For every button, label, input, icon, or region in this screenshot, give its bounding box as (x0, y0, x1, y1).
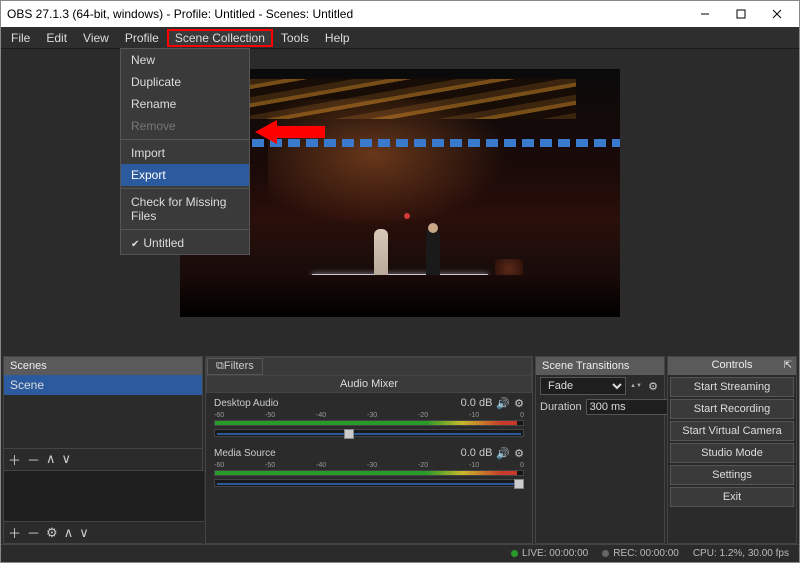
obs-window: OBS 27.1.3 (64-bit, windows) - Profile: … (0, 0, 800, 563)
meter-ticks: -60-50-40-30-20-100 (214, 462, 524, 469)
scenes-title: Scenes (4, 357, 202, 375)
track-gear-icon[interactable]: ⚙ (514, 447, 524, 460)
scenes-list[interactable]: Scene (4, 375, 202, 448)
dropdown-remove: Remove (121, 115, 249, 137)
dropdown-separator (121, 229, 249, 230)
sources-list[interactable] (4, 471, 204, 522)
volume-slider[interactable] (214, 479, 524, 487)
sources-down-icon[interactable]: ∨ (79, 525, 89, 541)
dropdown-new[interactable]: New (121, 49, 249, 71)
window-title: OBS 27.1.3 (64-bit, windows) - Profile: … (5, 7, 687, 21)
status-live: LIVE: 00:00:00 (511, 548, 588, 559)
menu-help[interactable]: Help (317, 29, 358, 47)
menubar: File Edit View Profile Scene Collection … (1, 27, 799, 49)
scenes-up-icon[interactable]: ∧ (46, 451, 56, 467)
menu-scene-collection[interactable]: Scene Collection (167, 29, 273, 47)
status-rec: REC: 00:00:00 (602, 548, 679, 559)
meter-ticks: -60-50-40-30-20-100 (214, 412, 524, 419)
dropdown-export[interactable]: Export (121, 164, 249, 186)
sources-gear-icon[interactable]: ⚙ (46, 525, 58, 541)
transition-select[interactable]: Fade (540, 377, 626, 395)
scenes-toolbar: ＋ － ∧ ∨ (4, 448, 202, 470)
titlebar: OBS 27.1.3 (64-bit, windows) - Profile: … (1, 1, 799, 27)
mixer-track-media-source: Media Source 0.0 dB 🔊 ⚙ -60-50-40-30-20-… (214, 447, 524, 487)
statusbar: LIVE: 00:00:00 REC: 00:00:00 CPU: 1.2%, … (1, 544, 799, 562)
track-gear-icon[interactable]: ⚙ (514, 397, 524, 410)
menu-file[interactable]: File (3, 29, 38, 47)
docks: Scenes Scene ＋ － ∧ ∨ ＋ － ⚙ (1, 356, 799, 562)
dropdown-rename[interactable]: Rename (121, 93, 249, 115)
status-cpu: CPU: 1.2%, 30.00 fps (693, 548, 789, 559)
controls-panel: Controls ⇱ Start Streaming Start Recordi… (667, 356, 797, 544)
dropdown-duplicate[interactable]: Duplicate (121, 71, 249, 93)
dropdown-check-missing[interactable]: Check for Missing Files (121, 191, 249, 227)
minimize-button[interactable] (687, 1, 723, 27)
track-label: Desktop Audio (214, 398, 279, 409)
vu-meter (214, 470, 524, 476)
dropdown-import[interactable]: Import (121, 142, 249, 164)
menu-view[interactable]: View (75, 29, 117, 47)
live-dot-icon (511, 550, 518, 557)
sources-panel: ＋ － ⚙ ∧ ∨ (4, 470, 204, 544)
mixer-track-desktop-audio: Desktop Audio 0.0 dB 🔊 ⚙ -60-50-40-30-20… (214, 397, 524, 437)
transitions-title: Scene Transitions (536, 357, 664, 375)
start-streaming-button[interactable]: Start Streaming (670, 377, 794, 397)
transition-spin-icon[interactable]: ▲▼ (630, 384, 642, 389)
mixer-filters-button[interactable]: ⧉Filters (207, 358, 263, 375)
vu-meter (214, 420, 524, 426)
settings-button[interactable]: Settings (670, 465, 794, 485)
scene-list-item[interactable]: Scene (4, 375, 202, 395)
mute-icon[interactable]: 🔊 (496, 447, 510, 460)
menu-edit[interactable]: Edit (38, 29, 75, 47)
duration-label: Duration (540, 401, 582, 413)
sources-up-icon[interactable]: ∧ (64, 525, 74, 541)
maximize-button[interactable] (723, 1, 759, 27)
sources-toolbar: ＋ － ⚙ ∧ ∨ (4, 521, 204, 543)
track-db: 0.0 dB (461, 397, 493, 410)
sources-remove-icon[interactable]: － (27, 523, 40, 542)
dropdown-separator (121, 188, 249, 189)
scenes-panel: Scenes Scene ＋ － ∧ ∨ ＋ － ⚙ (3, 356, 203, 544)
mixer-toolbar: ⧉Filters (206, 357, 532, 375)
audio-mixer-panel: ⧉Filters Audio Mixer Desktop Audio 0.0 d… (205, 356, 533, 544)
volume-slider[interactable] (214, 429, 524, 437)
transition-gear-icon[interactable]: ⚙ (646, 380, 660, 393)
pin-icon[interactable]: ⇱ (784, 360, 792, 371)
transitions-panel: Scene Transitions Fade ▲▼ ⚙ Duration ▲▼ (535, 356, 665, 544)
rec-dot-icon (602, 550, 609, 557)
controls-title: Controls ⇱ (668, 357, 796, 375)
track-label: Media Source (214, 448, 276, 459)
scenes-remove-icon[interactable]: － (27, 450, 40, 469)
menu-profile[interactable]: Profile (117, 29, 167, 47)
scenes-down-icon[interactable]: ∨ (62, 451, 72, 467)
mute-icon[interactable]: 🔊 (496, 397, 510, 410)
sources-add-icon[interactable]: ＋ (8, 523, 21, 542)
close-button[interactable] (759, 1, 795, 27)
exit-button[interactable]: Exit (670, 487, 794, 507)
menu-tools[interactable]: Tools (273, 29, 317, 47)
start-recording-button[interactable]: Start Recording (670, 399, 794, 419)
mixer-title: Audio Mixer (206, 375, 532, 393)
track-db: 0.0 dB (461, 447, 493, 460)
dropdown-untitled[interactable]: Untitled (121, 232, 249, 254)
scene-collection-dropdown: New Duplicate Rename Remove Import Expor… (120, 48, 250, 255)
annotation-arrow-icon (255, 118, 325, 146)
scenes-add-icon[interactable]: ＋ (8, 450, 21, 469)
studio-mode-button[interactable]: Studio Mode (670, 443, 794, 463)
filter-icon: ⧉ (216, 360, 224, 372)
dropdown-separator (121, 139, 249, 140)
start-virtual-camera-button[interactable]: Start Virtual Camera (670, 421, 794, 441)
